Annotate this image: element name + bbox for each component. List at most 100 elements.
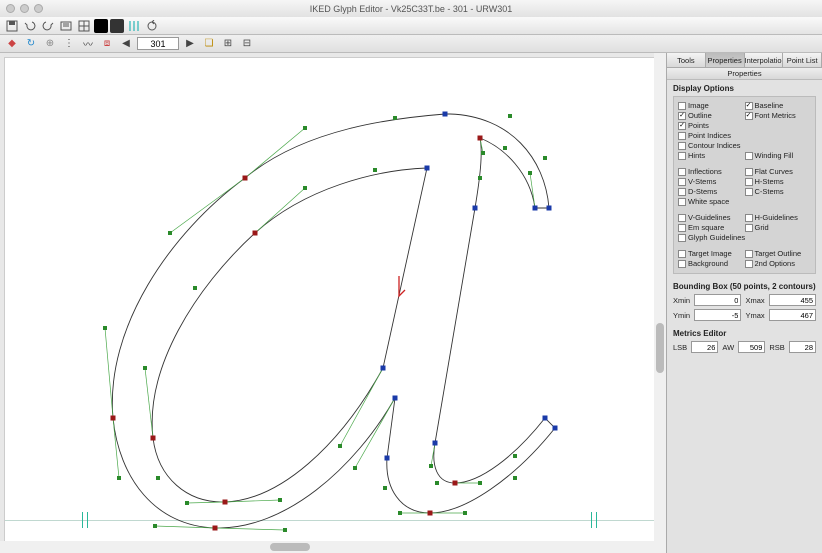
component-icon[interactable]: ⊞ <box>220 37 236 51</box>
next-glyph-icon[interactable]: ▶ <box>182 37 198 51</box>
point-handle[interactable] <box>185 501 189 505</box>
checkbox-target-image[interactable] <box>678 250 686 258</box>
point-handle[interactable] <box>303 126 307 130</box>
point-handle[interactable] <box>278 498 282 502</box>
checkbox-font-metrics[interactable] <box>745 112 753 120</box>
point-handle[interactable] <box>478 176 482 180</box>
point-handle[interactable] <box>398 511 402 515</box>
point-node[interactable] <box>381 366 386 371</box>
point-node[interactable] <box>393 396 398 401</box>
checkbox-v-stems[interactable] <box>678 178 686 186</box>
checkbox-h-guidelines[interactable] <box>745 214 753 222</box>
point-handle[interactable] <box>193 286 197 290</box>
checkbox-d-stems[interactable] <box>678 188 686 196</box>
point-handle[interactable] <box>503 146 507 150</box>
point-node[interactable] <box>443 112 448 117</box>
point-handle[interactable] <box>393 116 397 120</box>
window-close-button[interactable] <box>6 4 15 13</box>
checkbox-grid[interactable] <box>745 224 753 232</box>
window-minimize-button[interactable] <box>20 4 29 13</box>
tangent-icon[interactable]: ⧈ <box>99 37 115 51</box>
checkbox-h-stems[interactable] <box>745 178 753 186</box>
point-handle[interactable] <box>435 481 439 485</box>
point-handle[interactable] <box>168 231 172 235</box>
tab-properties[interactable]: Properties <box>706 53 745 67</box>
point-handle[interactable] <box>481 151 485 155</box>
point-node[interactable] <box>547 206 552 211</box>
point-node[interactable] <box>453 481 458 486</box>
fill-icon[interactable] <box>94 19 108 33</box>
contour-start-icon[interactable]: ◆ <box>4 37 20 51</box>
point-handle[interactable] <box>353 466 357 470</box>
redo-icon[interactable] <box>40 19 56 33</box>
point-handle[interactable] <box>117 476 121 480</box>
aw-input[interactable] <box>738 341 765 353</box>
canvas-scrollbar-h[interactable] <box>0 541 654 553</box>
point-handle[interactable] <box>143 366 147 370</box>
point-handle[interactable] <box>429 464 433 468</box>
layers-icon[interactable]: ❏ <box>201 37 217 51</box>
canvas-scrollbar-v[interactable] <box>654 53 666 553</box>
checkbox-baseline[interactable] <box>745 102 753 110</box>
window-zoom-button[interactable] <box>34 4 43 13</box>
point-node[interactable] <box>223 500 228 505</box>
lsb-input[interactable] <box>691 341 718 353</box>
point-node[interactable] <box>543 416 548 421</box>
point-handle[interactable] <box>156 476 160 480</box>
ymin-input[interactable] <box>694 309 741 321</box>
point-node[interactable] <box>385 456 390 461</box>
point-node[interactable] <box>553 426 558 431</box>
checkbox-target-outline[interactable] <box>745 250 753 258</box>
checkbox-hints[interactable] <box>678 152 686 160</box>
overlap-icon[interactable]: ⊕ <box>42 37 58 51</box>
point-node[interactable] <box>213 526 218 531</box>
checkbox-c-stems[interactable] <box>745 188 753 196</box>
checkbox-point-indices[interactable] <box>678 132 686 140</box>
point-handle[interactable] <box>103 326 107 330</box>
point-handle[interactable] <box>153 524 157 528</box>
grid-icon[interactable] <box>76 19 92 33</box>
point-node[interactable] <box>533 206 538 211</box>
point-handle[interactable] <box>338 444 342 448</box>
point-node[interactable] <box>425 166 430 171</box>
xmax-input[interactable] <box>769 294 816 306</box>
point-node[interactable] <box>478 136 483 141</box>
nodes-icon[interactable]: ⋮ <box>61 37 77 51</box>
point-handle[interactable] <box>543 156 547 160</box>
glyph-code-input[interactable] <box>137 37 179 50</box>
tab-pointlist[interactable]: Point List <box>783 53 822 67</box>
checkbox-image[interactable] <box>678 102 686 110</box>
checkbox-2nd-options[interactable] <box>745 260 753 268</box>
point-handle[interactable] <box>508 114 512 118</box>
point-handle[interactable] <box>478 481 482 485</box>
point-node[interactable] <box>433 441 438 446</box>
checkbox-background[interactable] <box>678 260 686 268</box>
point-node[interactable] <box>151 436 156 441</box>
point-node[interactable] <box>253 231 258 236</box>
checkbox-glyph-guidelines[interactable] <box>678 234 686 242</box>
guides-icon[interactable] <box>126 19 142 33</box>
point-handle[interactable] <box>513 454 517 458</box>
rsb-input[interactable] <box>789 341 816 353</box>
log-icon[interactable] <box>58 19 74 33</box>
tab-interpolation[interactable]: Interpolation Tool <box>745 53 784 67</box>
point-handle[interactable] <box>528 171 532 175</box>
point-node[interactable] <box>243 176 248 181</box>
checkbox-inflections[interactable] <box>678 168 686 176</box>
point-handle[interactable] <box>463 511 467 515</box>
fill2-icon[interactable] <box>110 19 124 33</box>
checkbox-outline[interactable] <box>678 112 686 120</box>
checkbox-winding-fill[interactable] <box>745 152 753 160</box>
point-node[interactable] <box>473 206 478 211</box>
xmin-input[interactable] <box>694 294 741 306</box>
checkbox-em-square[interactable] <box>678 224 686 232</box>
checkbox-contour-indices[interactable] <box>678 142 686 150</box>
prev-glyph-icon[interactable]: ◀ <box>118 37 134 51</box>
direction-icon[interactable]: ↻ <box>23 37 39 51</box>
ymax-input[interactable] <box>769 309 816 321</box>
metrics-icon[interactable]: ⊟ <box>239 37 255 51</box>
simplify-icon[interactable]: 〰 <box>80 37 96 51</box>
refresh-icon[interactable] <box>144 19 160 33</box>
checkbox-points[interactable] <box>678 122 686 130</box>
save-icon[interactable] <box>4 19 20 33</box>
